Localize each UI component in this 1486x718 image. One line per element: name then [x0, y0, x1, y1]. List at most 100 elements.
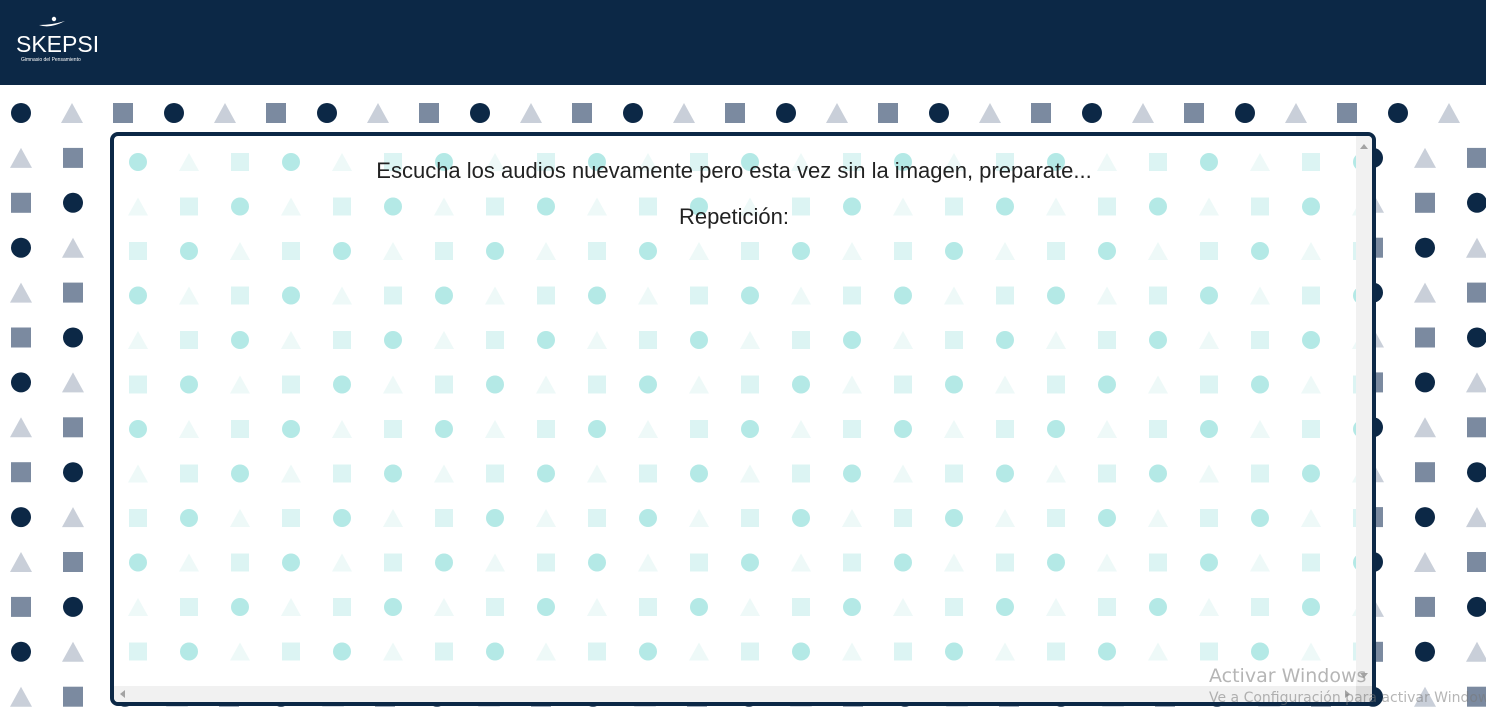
square-shape-icon [588, 642, 606, 661]
square-shape-icon [1149, 286, 1167, 305]
triangle-shape-icon [1466, 641, 1486, 662]
activity-panel[interactable]: Escucha los audios nuevamente pero esta … [110, 132, 1376, 706]
square-shape-icon [690, 286, 708, 305]
square-shape-icon [537, 420, 555, 438]
square-shape-icon [1098, 464, 1116, 483]
circle-shape-icon [588, 286, 606, 305]
triangle-shape-icon [230, 242, 250, 260]
triangle-shape-icon [179, 553, 199, 572]
triangle-shape-icon [230, 642, 250, 661]
triangle-shape-icon [1250, 420, 1270, 438]
square-shape-icon [588, 375, 606, 394]
circle-shape-icon [11, 372, 31, 393]
triangle-shape-icon [842, 375, 862, 394]
square-shape-icon [1200, 375, 1218, 394]
triangle-shape-icon [893, 598, 913, 616]
square-shape-icon [996, 286, 1014, 305]
square-shape-icon [690, 553, 708, 572]
triangle-shape-icon [1250, 286, 1270, 305]
square-shape-icon [945, 464, 963, 483]
circle-shape-icon [435, 553, 453, 572]
square-shape-icon [282, 242, 300, 260]
triangle-shape-icon [62, 507, 84, 528]
circle-shape-icon [639, 509, 657, 527]
scroll-right-arrow-icon[interactable] [1345, 690, 1350, 698]
circle-shape-icon [894, 286, 912, 305]
circle-shape-icon [639, 642, 657, 661]
circle-shape-icon [537, 598, 555, 616]
triangle-shape-icon [383, 509, 403, 527]
triangle-shape-icon [434, 464, 454, 483]
triangle-shape-icon [281, 464, 301, 483]
circle-shape-icon [929, 103, 949, 123]
triangle-shape-icon [1148, 242, 1168, 260]
circle-shape-icon [843, 598, 861, 616]
square-shape-icon [1467, 686, 1486, 707]
square-shape-icon [1467, 147, 1486, 168]
circle-shape-icon [792, 642, 810, 661]
square-shape-icon [63, 282, 83, 303]
circle-shape-icon [129, 286, 147, 305]
square-shape-icon [639, 464, 657, 483]
circle-shape-icon [1467, 462, 1486, 483]
square-shape-icon [1200, 642, 1218, 661]
circle-shape-icon [639, 242, 657, 260]
triangle-shape-icon [179, 286, 199, 305]
circle-shape-icon [333, 509, 351, 527]
square-shape-icon [843, 553, 861, 572]
scroll-left-arrow-icon[interactable] [120, 690, 125, 698]
horizontal-scrollbar[interactable] [114, 686, 1356, 702]
triangle-shape-icon [179, 420, 199, 438]
circle-shape-icon [776, 103, 796, 123]
circle-shape-icon [996, 464, 1014, 483]
square-shape-icon [1415, 462, 1435, 483]
square-shape-icon [129, 375, 147, 394]
triangle-shape-icon [332, 553, 352, 572]
triangle-shape-icon [10, 147, 32, 168]
circle-shape-icon [1415, 372, 1435, 393]
circle-shape-icon [164, 103, 184, 123]
triangle-shape-icon [1466, 507, 1486, 528]
circle-shape-icon [435, 286, 453, 305]
triangle-shape-icon [62, 372, 84, 393]
triangle-shape-icon [10, 417, 32, 438]
vertical-scrollbar[interactable] [1356, 136, 1372, 686]
triangle-shape-icon [434, 598, 454, 616]
circle-shape-icon [1235, 103, 1255, 123]
triangle-shape-icon [1414, 282, 1436, 303]
square-shape-icon [1047, 242, 1065, 260]
triangle-shape-icon [1414, 686, 1436, 707]
triangle-shape-icon [230, 509, 250, 527]
circle-shape-icon [282, 553, 300, 572]
circle-shape-icon [11, 237, 31, 258]
triangle-shape-icon [214, 103, 236, 123]
circle-shape-icon [1467, 327, 1486, 348]
triangle-shape-icon [740, 464, 760, 483]
skepsi-logo[interactable]: SKEPSI Gimnasio del Pensamiento [16, 16, 99, 68]
scroll-up-arrow-icon[interactable] [1360, 144, 1368, 149]
circle-shape-icon [180, 242, 198, 260]
square-shape-icon [231, 420, 249, 438]
circle-shape-icon [1047, 420, 1065, 438]
triangle-shape-icon [1046, 331, 1066, 349]
square-shape-icon [1415, 192, 1435, 213]
scroll-down-arrow-icon[interactable] [1360, 673, 1368, 678]
triangle-shape-icon [740, 331, 760, 349]
triangle-shape-icon [128, 464, 148, 483]
circle-shape-icon [317, 103, 337, 123]
circle-shape-icon [1200, 286, 1218, 305]
circle-shape-icon [231, 598, 249, 616]
triangle-shape-icon [1046, 598, 1066, 616]
square-shape-icon [333, 331, 351, 349]
circle-shape-icon [333, 642, 351, 661]
square-shape-icon [384, 553, 402, 572]
square-shape-icon [1047, 375, 1065, 394]
triangle-shape-icon [62, 641, 84, 662]
square-shape-icon [1302, 286, 1320, 305]
triangle-shape-icon [1097, 420, 1117, 438]
triangle-shape-icon [1466, 372, 1486, 393]
square-shape-icon [639, 331, 657, 349]
triangle-shape-icon [485, 420, 505, 438]
circle-shape-icon [1251, 242, 1269, 260]
triangle-shape-icon [638, 286, 658, 305]
